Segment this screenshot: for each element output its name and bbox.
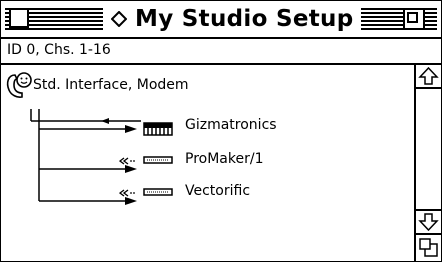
info-bar: ID 0, Chs. 1-16 bbox=[1, 39, 441, 65]
signal-dots-icon bbox=[119, 189, 135, 197]
grow-box[interactable] bbox=[416, 235, 441, 261]
device-gizmatronics[interactable]: Gizmatronics bbox=[1, 115, 414, 139]
info-bar-text: ID 0, Chs. 1-16 bbox=[7, 42, 111, 58]
studio-setup-window: My Studio Setup ID 0, Chs. 1-16 Std. Int… bbox=[0, 0, 442, 262]
grow-box-icon bbox=[419, 238, 438, 257]
module-icon bbox=[143, 188, 173, 196]
window-title-text: My Studio Setup bbox=[135, 6, 354, 32]
close-box-button[interactable] bbox=[9, 8, 29, 28]
down-arrow-icon bbox=[418, 213, 439, 232]
keyboard-icon bbox=[143, 122, 173, 136]
title-bar[interactable]: My Studio Setup bbox=[1, 1, 441, 39]
zoom-box-icon bbox=[407, 12, 418, 23]
scroll-down-button[interactable] bbox=[416, 209, 441, 235]
scroll-track[interactable] bbox=[416, 89, 441, 209]
signal-dots-icon bbox=[119, 157, 135, 165]
device-promaker[interactable]: ProMaker/1 bbox=[1, 149, 414, 173]
diamond-icon bbox=[111, 11, 127, 27]
device-label-vectorific: Vectorific bbox=[185, 183, 251, 199]
zoom-box-button[interactable] bbox=[403, 8, 425, 30]
setup-content-area: Std. Interface, Modem Gizmatronics ProMa… bbox=[1, 65, 416, 261]
device-label-promaker: ProMaker/1 bbox=[185, 151, 264, 167]
vertical-scrollbar[interactable] bbox=[416, 65, 441, 261]
window-title: My Studio Setup bbox=[103, 3, 362, 35]
device-label-gizmatronics: Gizmatronics bbox=[185, 117, 277, 133]
scroll-up-button[interactable] bbox=[416, 65, 441, 89]
module-icon bbox=[143, 156, 173, 164]
device-vectorific[interactable]: Vectorific bbox=[1, 181, 414, 205]
up-arrow-icon bbox=[418, 66, 439, 85]
